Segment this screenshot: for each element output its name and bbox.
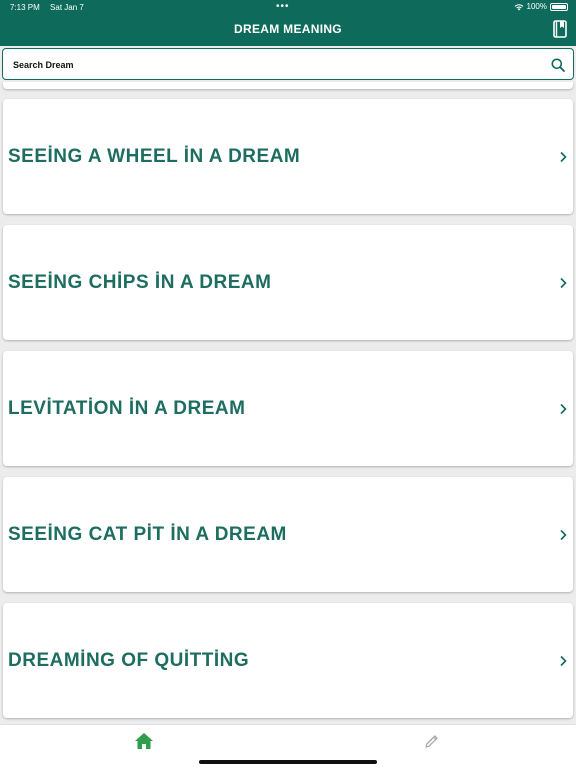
search-bar (2, 48, 574, 80)
search-input[interactable] (13, 55, 533, 75)
chevron-right-icon (560, 529, 567, 541)
chevron-right-icon (560, 277, 567, 289)
home-indicator (199, 760, 377, 764)
list-item[interactable]: LEVİTATİON İN A DREAM (3, 351, 573, 466)
list-item-label: SEEİNG CAT PİT İN A DREAM (8, 524, 287, 545)
list-item-partial[interactable] (3, 82, 573, 89)
chevron-right-icon (560, 403, 567, 415)
wifi-icon (514, 3, 523, 10)
list-item[interactable]: SEEİNG CAT PİT İN A DREAM (3, 477, 573, 592)
book-icon[interactable] (552, 20, 568, 38)
search-icon[interactable] (551, 58, 565, 72)
list-item-label: LEVİTATİON İN A DREAM (8, 398, 246, 419)
status-time: 7:13 PM (10, 3, 40, 12)
status-date: Sat Jan 7 (50, 3, 84, 12)
page-title: DREAM MEANING (234, 22, 342, 36)
multitasking-dots[interactable]: ••• (276, 1, 290, 12)
status-bar: 7:13 PM Sat Jan 7 ••• 100% (0, 0, 576, 14)
battery-percent: 100% (526, 2, 547, 11)
chevron-right-icon (560, 655, 567, 667)
tab-bar (0, 724, 576, 768)
home-icon[interactable] (134, 732, 154, 750)
list-item-label: SEEİNG CHİPS İN A DREAM (8, 272, 272, 293)
list-item[interactable]: SEEİNG CHİPS İN A DREAM (3, 225, 573, 340)
list-item[interactable]: DREAMİNG OF QUİTTİNG (3, 603, 573, 718)
battery-icon (550, 2, 568, 11)
chevron-right-icon (560, 151, 567, 163)
list-item[interactable]: SEEİNG A WHEEL İN A DREAM (3, 99, 573, 214)
dream-list: SEEİNG A WHEEL İN A DREAM SEEİNG CHİPS İ… (0, 82, 576, 724)
pencil-icon[interactable] (424, 734, 439, 749)
list-item-label: SEEİNG A WHEEL İN A DREAM (8, 146, 301, 167)
app-header: 7:13 PM Sat Jan 7 ••• 100% DREAM MEANING (0, 0, 576, 46)
list-item-label: DREAMİNG OF QUİTTİNG (8, 650, 250, 671)
